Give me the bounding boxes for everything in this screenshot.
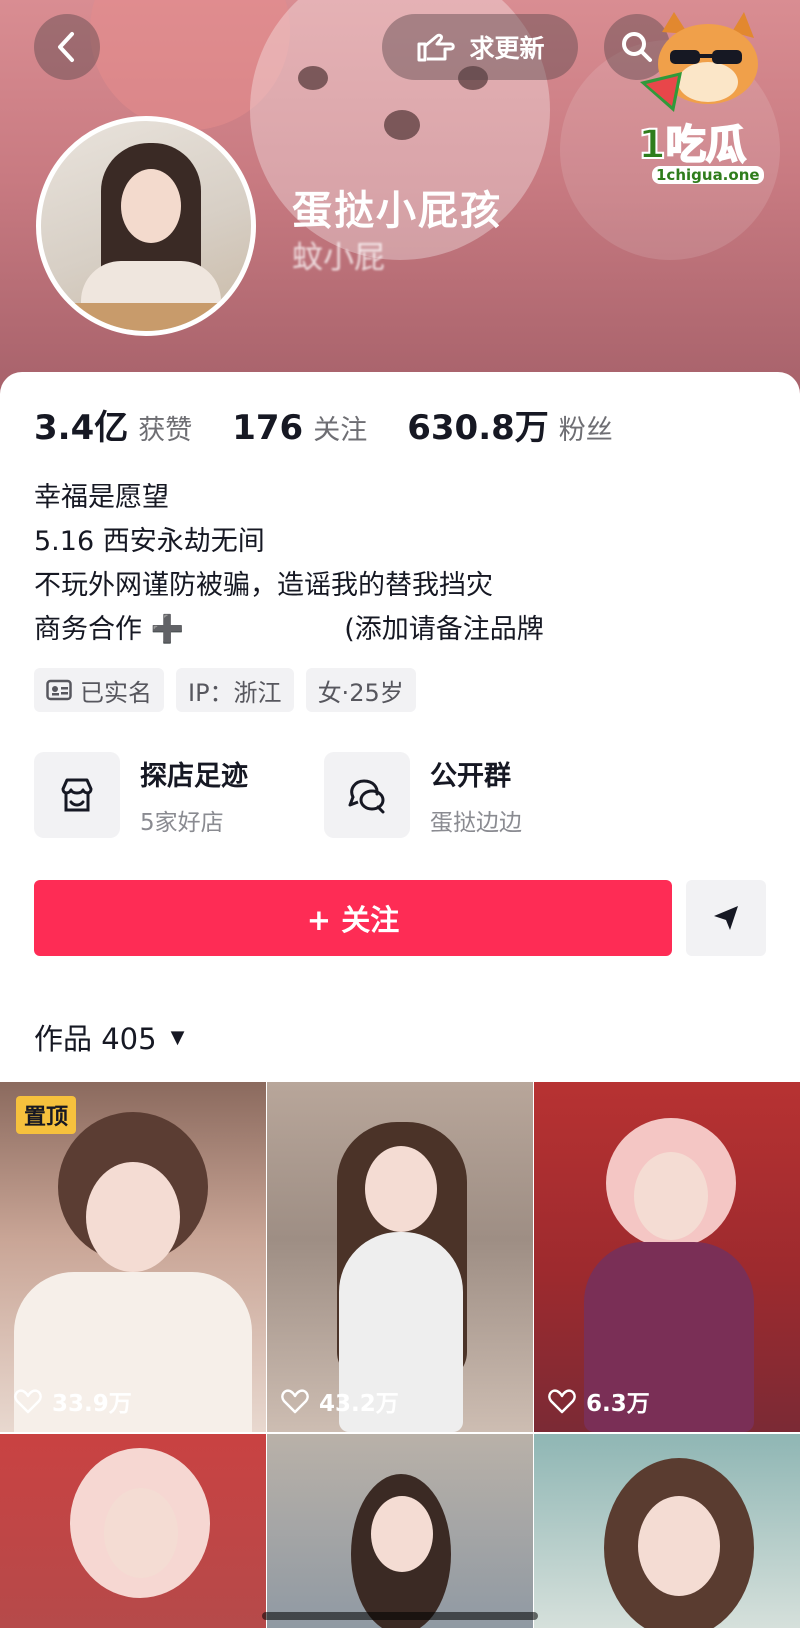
profile-nickname: 蛋挞小屁孩 bbox=[292, 188, 502, 234]
video-likes-count: 43.2万 bbox=[319, 1391, 399, 1417]
bio-line: 商务合作 ➕ (添加请备注品牌 bbox=[34, 608, 544, 652]
bio-business-label: 商务合作 bbox=[34, 614, 142, 645]
followers-label: 粉丝 bbox=[558, 415, 613, 446]
avatar-table bbox=[41, 303, 251, 331]
request-update-label: 求更新 bbox=[469, 34, 545, 63]
back-button[interactable] bbox=[34, 14, 100, 80]
public-group-title: 公开群 bbox=[430, 760, 511, 792]
public-group-entry[interactable]: 公开群 蛋挞边边 bbox=[324, 752, 522, 838]
profile-stats: 3.4亿 获赞 176 关注 630.8万 粉丝 bbox=[34, 400, 653, 449]
likes-label: 获赞 bbox=[138, 415, 193, 446]
verified-label: 已实名 bbox=[80, 678, 152, 707]
feature-icon-box bbox=[34, 752, 120, 838]
bio-business-note: (添加请备注品牌 bbox=[344, 614, 544, 645]
heart-icon bbox=[548, 1389, 576, 1414]
followers-count[interactable]: 630.8万 bbox=[407, 400, 549, 449]
figure-face bbox=[371, 1496, 433, 1572]
bio-plus: ➕ bbox=[150, 614, 185, 645]
works-tab[interactable]: 作品 405 ▼ bbox=[34, 1016, 184, 1058]
profile-header: 求更新 1吃瓜 1chigua.one 蛋挞小屁孩 蚊小屁 bbox=[0, 0, 800, 400]
video-likes: 43.2万 bbox=[281, 1384, 399, 1418]
feature-text: 探店足迹 5家好店 bbox=[140, 754, 248, 837]
video-thumbnail[interactable] bbox=[534, 1434, 800, 1628]
following-count[interactable]: 176 bbox=[232, 408, 303, 448]
feature-text: 公开群 蛋挞边边 bbox=[430, 754, 522, 837]
fox-mascot-icon bbox=[640, 12, 758, 112]
profile-id: 蚊小屁 bbox=[292, 240, 385, 276]
likes-count[interactable]: 3.4亿 bbox=[34, 400, 128, 449]
send-icon bbox=[714, 906, 738, 930]
video-likes: 6.3万 bbox=[548, 1384, 650, 1418]
gender-age-tag: 女·25岁 bbox=[305, 668, 416, 712]
figure-face bbox=[638, 1496, 720, 1596]
profile-bio: 幸福是愿望 5.16 西安永劫无间 不玩外网谨防被骗，造谣我的替我挡灾 商务合作… bbox=[34, 476, 544, 652]
share-button[interactable] bbox=[686, 880, 766, 956]
bio-line: 5.16 西安永劫无间 bbox=[34, 526, 265, 557]
header-bg-dot bbox=[298, 66, 328, 90]
logo-text: 1吃瓜 bbox=[637, 121, 747, 169]
works-label: 作品 405 bbox=[34, 1022, 157, 1056]
home-indicator[interactable] bbox=[262, 1612, 538, 1620]
watermark-logo: 1吃瓜 1chigua.one bbox=[632, 12, 774, 194]
video-thumbnail[interactable]: 6.3万 bbox=[534, 1082, 800, 1432]
figure-face bbox=[634, 1152, 708, 1240]
shop-visits-subtitle: 5家好店 bbox=[140, 809, 224, 836]
caret-down-icon: ▼ bbox=[170, 1026, 185, 1048]
verified-tag: 已实名 bbox=[34, 668, 164, 712]
hand-pointing-icon bbox=[417, 33, 456, 62]
shop-visits-title: 探店足迹 bbox=[140, 760, 248, 792]
feature-icon-box bbox=[324, 752, 410, 838]
pinned-badge: 置顶 bbox=[16, 1096, 77, 1134]
logo-url: 1chigua.one bbox=[652, 166, 764, 184]
ip-tag: IP：浙江 bbox=[176, 668, 294, 712]
video-likes-count: 33.9万 bbox=[52, 1391, 132, 1417]
header-bg-dot bbox=[384, 110, 420, 140]
figure-face bbox=[104, 1488, 178, 1578]
heart-icon bbox=[14, 1389, 42, 1414]
request-update-button[interactable]: 求更新 bbox=[382, 14, 578, 80]
video-thumbnail[interactable] bbox=[267, 1434, 533, 1628]
avatar-face bbox=[121, 169, 181, 243]
video-thumbnail[interactable] bbox=[0, 1434, 266, 1628]
bio-line: 幸福是愿望 bbox=[34, 482, 169, 513]
video-thumbnail[interactable]: 43.2万 bbox=[267, 1082, 533, 1432]
follow-button[interactable]: + 关注 bbox=[34, 880, 672, 956]
video-thumbnail[interactable]: 置顶 33.9万 bbox=[0, 1082, 266, 1432]
chat-bubbles-icon bbox=[348, 779, 385, 814]
profile-tags: 已实名 IP：浙江 女·25岁 bbox=[34, 668, 416, 712]
video-likes: 33.9万 bbox=[14, 1384, 132, 1418]
heart-icon bbox=[281, 1389, 309, 1414]
figure-face bbox=[86, 1162, 180, 1272]
figure-face bbox=[365, 1146, 437, 1232]
store-icon bbox=[61, 778, 93, 812]
video-grid: 置顶 33.9万 43.2万 6.3万 bbox=[0, 1082, 800, 1628]
bio-line: 不玩外网谨防被骗，造谣我的替我挡灾 bbox=[34, 570, 493, 601]
public-group-subtitle: 蛋挞边边 bbox=[430, 809, 522, 836]
video-likes-count: 6.3万 bbox=[586, 1391, 650, 1417]
avatar[interactable] bbox=[36, 116, 256, 336]
id-card-icon bbox=[46, 679, 72, 701]
chevron-left-icon bbox=[58, 32, 74, 62]
following-label: 关注 bbox=[313, 415, 368, 446]
shop-visits-entry[interactable]: 探店足迹 5家好店 bbox=[34, 752, 248, 838]
